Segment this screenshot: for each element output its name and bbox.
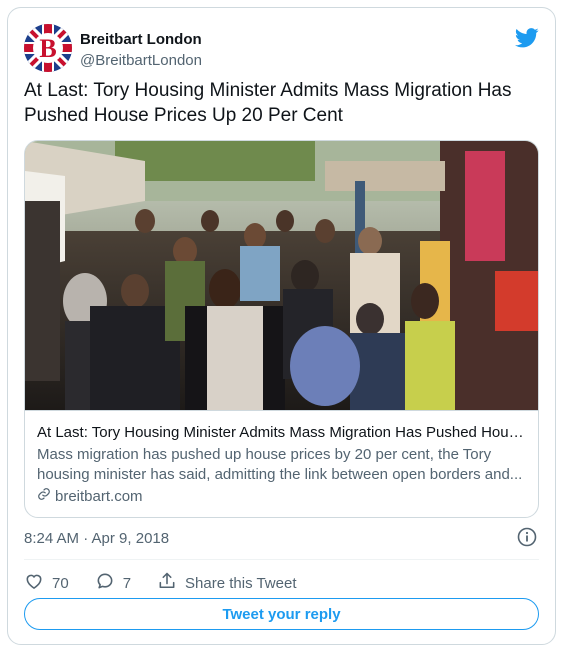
article-photo — [25, 141, 538, 410]
link-preview-card[interactable]: At Last: Tory Housing Minister Admits Ma… — [24, 140, 539, 518]
account-name[interactable]: Breitbart London — [80, 31, 202, 48]
link-domain[interactable]: breitbart.com — [55, 487, 143, 507]
link-preview-meta: At Last: Tory Housing Minister Admits Ma… — [25, 410, 538, 517]
twitter-bird-icon[interactable] — [515, 28, 539, 53]
svg-text:B: B — [39, 34, 56, 63]
tweet-actions: 70 7 Share this Tweet — [24, 568, 322, 598]
info-icon[interactable] — [517, 527, 537, 552]
link-description: Mass migration has pushed up house price… — [37, 446, 523, 483]
tweet-text: At Last: Tory Housing Minister Admits Ma… — [24, 80, 512, 126]
link-domain-row: breitbart.com — [37, 487, 526, 507]
divider — [24, 559, 539, 560]
tweet-header: B Breitbart London @BreitbartLondon — [24, 18, 539, 72]
link-icon — [37, 487, 51, 507]
account-handle[interactable]: @BreitbartLondon — [80, 52, 202, 69]
reply-button[interactable]: 7 — [95, 571, 131, 595]
like-count: 70 — [52, 574, 69, 592]
heart-icon — [24, 571, 44, 595]
share-label: Share this Tweet — [185, 574, 297, 592]
like-button[interactable]: 70 — [24, 571, 69, 595]
reply-icon — [95, 571, 115, 595]
reply-count: 7 — [122, 574, 132, 592]
avatar[interactable]: B — [24, 24, 72, 72]
tweet-embed-card: B Breitbart London @BreitbartLondon At L… — [7, 7, 556, 645]
link-title[interactable]: At Last: Tory Housing Minister Admits Ma… — [37, 423, 526, 443]
share-button[interactable]: Share this Tweet — [157, 571, 296, 595]
tweet-timestamp[interactable]: 8:24 AM · Apr 9, 2018 — [24, 530, 169, 547]
tweet-your-reply-button[interactable]: Tweet your reply — [24, 598, 539, 630]
share-icon — [157, 571, 177, 595]
